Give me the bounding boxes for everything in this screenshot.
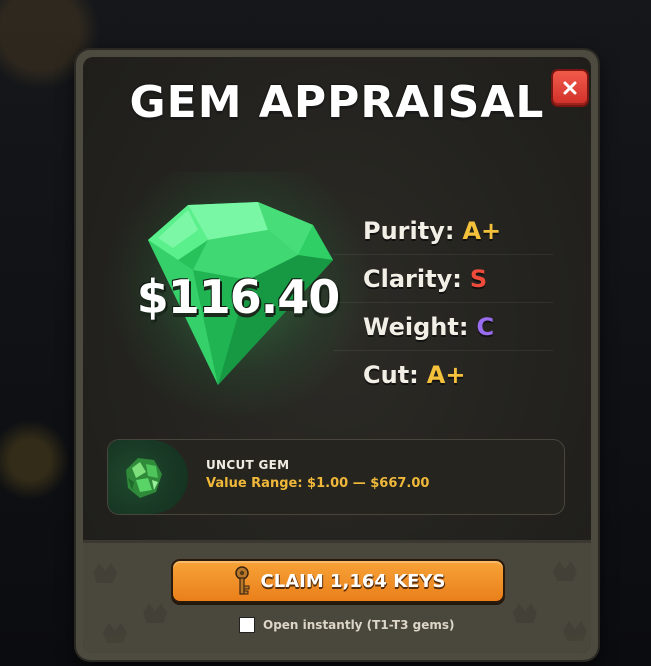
stat-grade: A+ [462, 216, 502, 245]
stat-row-weight: Weight: C [333, 303, 553, 351]
stat-row-purity: Purity: A+ [333, 207, 553, 255]
stat-grade: A+ [426, 360, 466, 389]
stat-label: Cut: [363, 360, 419, 389]
gem-value: $116.40 [136, 270, 341, 324]
stat-row-clarity: Clarity: S [333, 255, 553, 303]
open-instantly-option[interactable]: Open instantly (T1-T3 gems) [239, 617, 454, 633]
stat-label: Purity: [363, 216, 455, 245]
close-button[interactable] [551, 69, 589, 107]
claim-keys-label: CLAIM 1,164 KEYS [260, 570, 446, 592]
item-card: UNCUT GEM Value Range: $1.00 — $667.00 [107, 439, 565, 515]
dialog-title: GEM APPRAISAL [129, 77, 545, 128]
dialog-body: GEM APPRAISAL $116.40 Purity: A+ Clarity… [83, 57, 591, 653]
stat-grade: C [476, 312, 495, 341]
open-instantly-checkbox[interactable] [239, 617, 255, 633]
gem-display: $116.40 [103, 172, 373, 422]
claim-keys-button[interactable]: CLAIM 1,164 KEYS [171, 559, 505, 603]
stat-label: Clarity: [363, 264, 462, 293]
key-icon [234, 566, 250, 595]
stat-label: Weight: [363, 312, 469, 341]
gem-appraisal-dialog: GEM APPRAISAL $116.40 Purity: A+ Clarity… [76, 50, 598, 660]
uncut-gem-icon [126, 458, 162, 498]
item-thumbnail [108, 440, 188, 514]
stat-row-cut: Cut: A+ [333, 351, 553, 398]
gem-stats: Purity: A+ Clarity: S Weight: C Cut: A+ [333, 207, 553, 398]
open-instantly-label: Open instantly (T1-T3 gems) [263, 618, 455, 632]
footer-panel: CLAIM 1,164 KEYS Open instantly (T1-T3 g… [83, 540, 591, 653]
stat-grade: S [469, 264, 488, 293]
item-value-range: Value Range: $1.00 — $667.00 [206, 476, 430, 491]
close-icon [563, 81, 577, 95]
item-name: UNCUT GEM [206, 458, 290, 472]
